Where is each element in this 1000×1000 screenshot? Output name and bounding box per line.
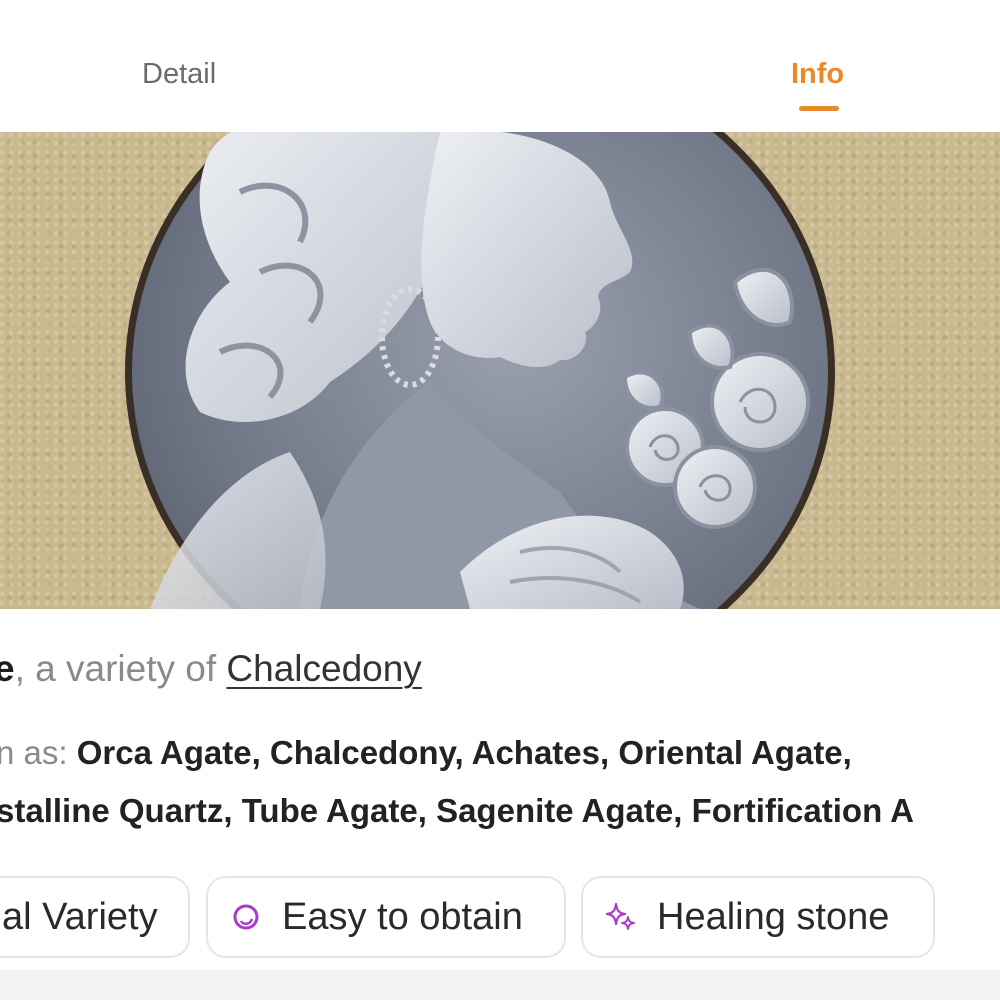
active-tab-indicator <box>799 106 839 111</box>
tab-detail[interactable]: Detail <box>142 56 216 92</box>
page: Detail Info e, a variety of Chalcedony n… <box>0 0 1000 1000</box>
tab-info[interactable]: Info <box>791 56 844 92</box>
variety-link[interactable]: Chalcedony <box>226 648 421 689</box>
sparkle-icon <box>605 902 635 930</box>
ring-icon <box>233 904 259 930</box>
aka-line-2: stalline Quartz, Tube Agate, Sagenite Ag… <box>0 790 914 832</box>
aka-names-1: Orca Agate, Chalcedony, Achates, Orienta… <box>76 734 852 771</box>
hero-image <box>0 132 1000 609</box>
cameo-illustration <box>125 132 835 609</box>
aka-names-2: stalline Quartz, Tube Agate, Sagenite Ag… <box>0 792 915 829</box>
bottom-divider <box>0 970 1000 1000</box>
gem-title: e, a variety of Chalcedony <box>0 646 422 692</box>
chip-easy-to-obtain[interactable]: Easy to obtain <box>206 876 566 958</box>
aka-prefix: n as: <box>0 734 77 771</box>
chip-variety[interactable]: al Variety <box>0 876 190 958</box>
aka-line-1: n as: Orca Agate, Chalcedony, Achates, O… <box>0 732 852 774</box>
chip-label: Healing stone <box>657 895 890 938</box>
chip-healing-stone[interactable]: Healing stone <box>581 876 935 958</box>
tab-bar: Detail Info <box>0 0 1000 132</box>
chip-label: Easy to obtain <box>282 895 523 938</box>
chip-label: al Variety <box>2 895 158 938</box>
variety-prefix: , a variety of <box>14 648 227 689</box>
gem-name: e <box>0 648 15 689</box>
